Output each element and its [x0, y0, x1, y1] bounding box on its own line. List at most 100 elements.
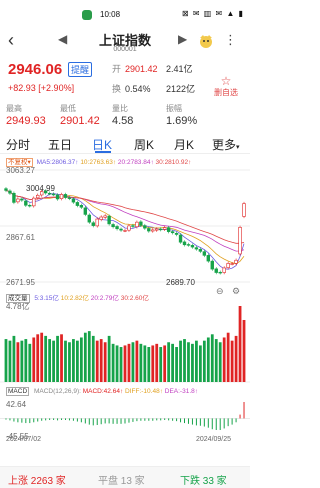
volume-indicator-select[interactable]: 成交量: [6, 294, 30, 303]
candle-body: [103, 215, 107, 218]
volume-bar: [222, 337, 226, 382]
metric-label: 振幅: [166, 104, 182, 113]
volume-bar: [103, 342, 107, 382]
metric-value: 1.69%: [166, 115, 198, 127]
candle-body: [8, 190, 12, 194]
price-axis-top: 3063.27: [6, 166, 35, 175]
volume-bar: [83, 332, 87, 382]
volume-bar: [36, 334, 40, 382]
dea-value: DEA:-31.8↑: [164, 388, 199, 395]
candle-body: [4, 188, 8, 191]
volume-bar: [234, 335, 238, 382]
watchlist-icon: ☆: [220, 74, 232, 88]
settings-icon[interactable]: ⚙: [232, 286, 240, 297]
remove-watchlist-button[interactable]: ☆ 删自选: [214, 75, 238, 98]
tab-intraday[interactable]: 分时: [6, 136, 30, 153]
volume-bar: [135, 340, 139, 382]
candle-body: [67, 197, 72, 199]
volume-bar: [64, 340, 67, 382]
metric-volume-ratio: 量比 4.58: [112, 103, 133, 127]
candle-body: [99, 216, 103, 220]
candle-body: [36, 194, 40, 199]
candle-body: [206, 255, 211, 262]
volume-bar: [87, 331, 91, 382]
vol-ma5: 5:3.15亿: [34, 295, 59, 302]
start-date: 2024/07/02: [6, 436, 42, 443]
volume-bar: [183, 339, 186, 382]
volume-bar: [40, 332, 44, 382]
candle-body: [147, 228, 151, 232]
next-stock-icon[interactable]: ▶: [178, 32, 187, 46]
candle-body: [87, 214, 91, 223]
volume-bar: [163, 345, 167, 382]
volume-bar: [95, 340, 99, 382]
chart-area[interactable]: 3063.27 2867.61 2671.95 3004.99 2689.70 …: [0, 166, 250, 446]
volume-bar: [191, 343, 194, 382]
candle-body: [127, 225, 131, 231]
volume-bar: [202, 340, 206, 382]
advancers-count: 上涨 2263 家: [8, 476, 66, 487]
volume-bar: [115, 345, 119, 382]
volume-bar: [238, 306, 242, 382]
volume-bar: [48, 339, 52, 382]
candle-body: [186, 244, 191, 246]
volume-bar: [143, 345, 147, 382]
candle-body: [210, 260, 214, 270]
volume-bar: [107, 335, 111, 382]
ma30-line: [5, 190, 245, 244]
candle-body: [32, 197, 36, 207]
tab-weekly-k[interactable]: 周K: [134, 136, 154, 153]
vol-ma20: 20:2.79亿: [90, 295, 119, 302]
macd-indicator-select[interactable]: MACD: [6, 387, 30, 396]
mascot-icon[interactable]: [198, 34, 214, 48]
remind-button[interactable]: 提醒: [68, 62, 93, 77]
tab-monthly-k[interactable]: 月K: [174, 136, 194, 153]
volume-bar: [8, 340, 12, 382]
turnover-value: 0.54%: [125, 84, 151, 94]
volume-bar: [198, 345, 202, 382]
more-menu-icon[interactable]: ⋮: [224, 32, 237, 48]
candle-body: [166, 227, 171, 232]
metrics-row: 最高 2949.93 最低 2901.42 量比 4.58 振幅 1.69%: [0, 103, 250, 129]
candle-body: [242, 203, 246, 217]
volume-bar: [76, 340, 79, 382]
change-value: +82.93: [8, 83, 36, 93]
volume-bar: [155, 343, 159, 382]
candle-body: [190, 245, 195, 248]
candle-body: [170, 231, 175, 234]
app-notification-icon: [82, 10, 92, 20]
metric-label: 最高: [6, 104, 22, 113]
vol-ma10: 10:2.82亿: [60, 295, 89, 302]
volume-bar: [91, 335, 95, 382]
candle-body: [24, 200, 28, 206]
adjustment-label: 不复权: [8, 159, 28, 166]
volume-bar: [151, 345, 155, 382]
macd-legend: MACD MACD(12,26,9): MACD:42.64↑ DIFF:-10…: [6, 387, 199, 396]
price-axis-bottom: 2671.95: [6, 278, 35, 287]
candle-body: [107, 215, 111, 225]
amount-value: 2122亿: [166, 84, 196, 94]
volume-bar: [79, 337, 83, 382]
volume-bar: [242, 319, 246, 382]
period-tabs: 分时 五日 日K 周K 月K 更多▾: [0, 134, 250, 154]
ma30-label: 30:2810.92↑: [155, 159, 192, 166]
tab-more-label: 更多: [212, 138, 237, 152]
open-value: 2901.42: [125, 64, 158, 74]
kline-chart[interactable]: [0, 166, 250, 446]
candle-body: [174, 233, 179, 235]
candle-body: [194, 247, 199, 250]
candle-body: [111, 224, 115, 228]
tab-five-day[interactable]: 五日: [48, 136, 72, 153]
decliners-count: 下跌 33 家: [180, 476, 227, 487]
tab-more[interactable]: 更多▾: [212, 136, 240, 153]
metric-label: 最低: [60, 104, 76, 113]
candle-body: [222, 267, 226, 273]
candle-body: [75, 202, 80, 206]
candle-body: [47, 192, 52, 195]
zoom-out-icon[interactable]: ⊖: [216, 286, 224, 297]
candle-body: [55, 194, 60, 200]
candle-body: [131, 225, 135, 227]
volume-bar: [20, 340, 24, 382]
price-change: +82.93 [+2.90%]: [8, 83, 74, 93]
macd-top-label: 42.64: [6, 400, 27, 409]
